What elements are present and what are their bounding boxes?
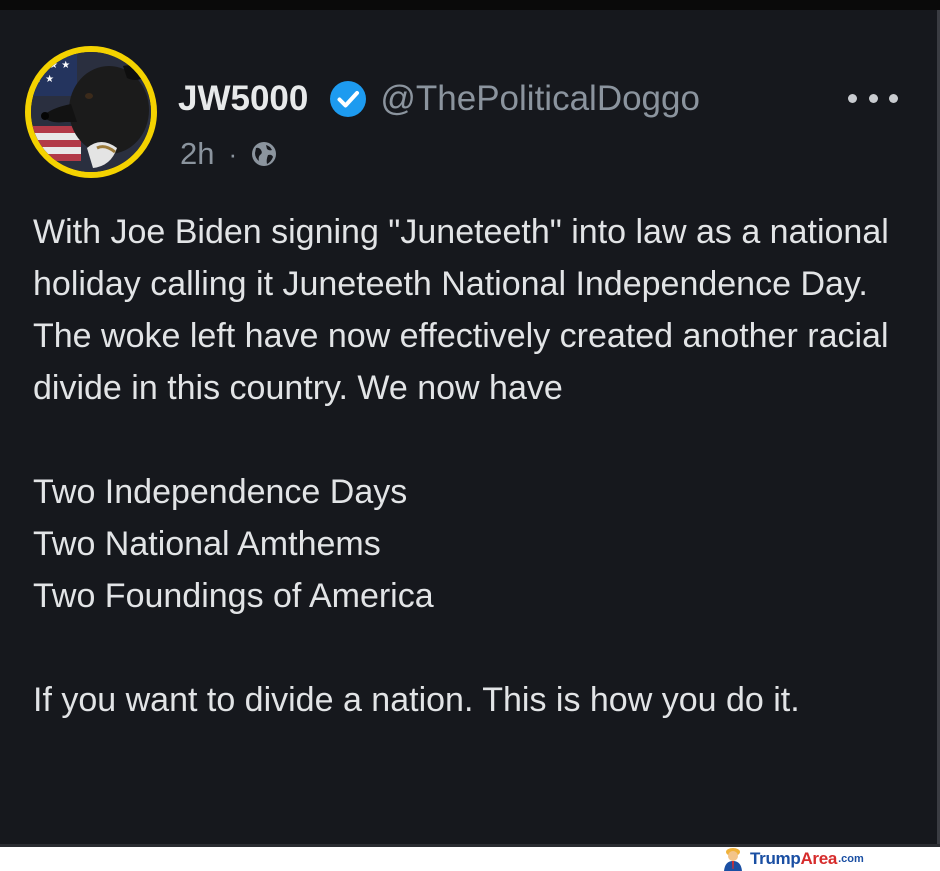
- post-body: With Joe Biden signing "Juneteeth" into …: [33, 206, 913, 726]
- meta-separator: ·: [228, 138, 238, 169]
- watermark-text: .com: [838, 853, 864, 865]
- more-options-icon: [889, 93, 898, 103]
- watermark: Trump Area .com: [722, 847, 864, 871]
- svg-text:★ ★: ★ ★: [33, 74, 54, 85]
- globe-icon: [252, 142, 277, 166]
- top-border: [0, 0, 940, 10]
- watermark-text: Area: [800, 849, 838, 868]
- avatar[interactable]: ★ ★ ★ ★ ★: [25, 46, 157, 178]
- post-timestamp[interactable]: 2h: [180, 136, 214, 172]
- post-list-line: Two Independence Days: [33, 473, 408, 511]
- author-handle[interactable]: @ThePoliticalDoggo: [380, 79, 700, 119]
- display-name[interactable]: JW5000: [178, 79, 308, 119]
- dog-avatar-image: ★ ★ ★ ★ ★: [31, 52, 151, 172]
- post-card: ★ ★ ★ ★ ★ JW5000 @ThePoliticalDoggo 2h ·…: [0, 10, 937, 844]
- post-paragraph: If you want to divide a nation. This is …: [33, 681, 800, 719]
- more-options-button[interactable]: [848, 86, 898, 110]
- verified-badge-icon: [330, 81, 367, 117]
- author-row: JW5000 @ThePoliticalDoggo: [178, 76, 700, 122]
- post-paragraph: With Joe Biden signing "Juneteeth" into …: [33, 213, 889, 407]
- watermark-text: Trump: [750, 849, 801, 868]
- svg-text:★ ★ ★: ★ ★ ★: [37, 60, 70, 71]
- post-list-line: Two National Amthems: [33, 525, 381, 563]
- more-options-icon: [868, 93, 878, 103]
- watermark-person-icon: [724, 848, 742, 871]
- post-list-line: Two Foundings of America: [33, 577, 434, 615]
- post-meta: 2h ·: [180, 134, 279, 174]
- more-options-icon: [848, 93, 857, 103]
